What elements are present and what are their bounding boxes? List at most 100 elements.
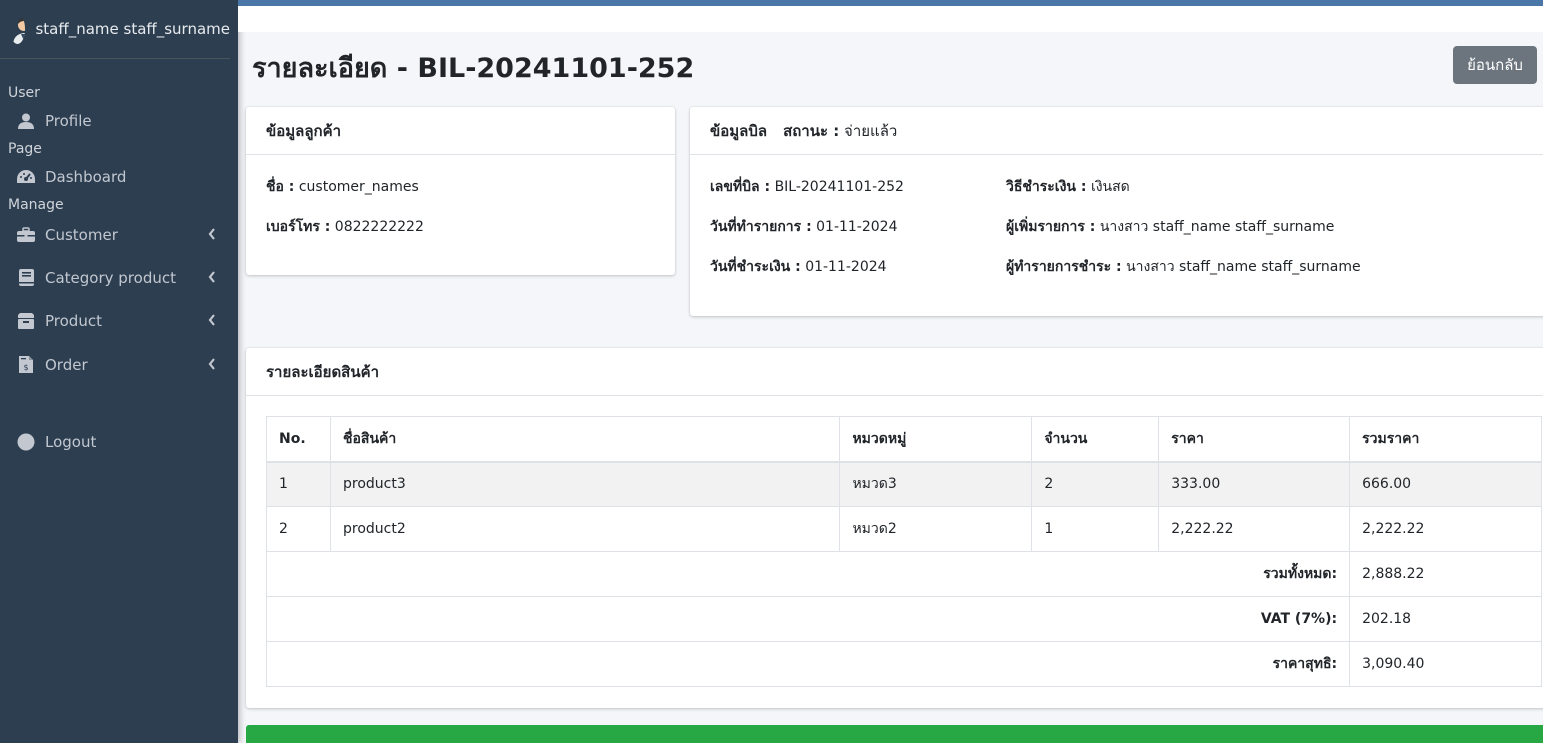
col-header-category: หมวดหมู่	[839, 416, 1033, 463]
nav-label-product: Product	[45, 312, 102, 330]
cell-category: หมวด3	[839, 461, 1033, 507]
invoice-dollar-icon: $	[16, 356, 36, 374]
nav-item-logout[interactable]: Logout	[0, 422, 238, 462]
chevron-left-icon	[208, 226, 216, 244]
nav-item-order[interactable]: $ Order	[0, 343, 238, 386]
customer-name-label: ชื่อ :	[266, 179, 295, 195]
nav-header-page: Page	[8, 141, 42, 157]
cell-total: 2,222.22	[1349, 506, 1542, 552]
txn-date-value: 01-11-2024	[816, 219, 898, 235]
paid-by-row: ผู้ทำรายการชำระ : นางสาว staff_name staf…	[1006, 247, 1361, 287]
table-row: 1 product3 หมวด3 2 333.00 666.00	[266, 461, 1542, 507]
nav-item-product[interactable]: Product	[0, 299, 238, 343]
product-details-header: รายละเอียดสินค้า	[246, 348, 1543, 396]
cell-price: 333.00	[1158, 461, 1351, 507]
cell-product-name: product2	[329, 506, 841, 552]
bill-status-value: จ่ายแล้ว	[844, 121, 898, 140]
customer-phone-label: เบอร์โทร :	[266, 219, 331, 235]
customer-phone-value: 0822222222	[334, 219, 424, 235]
cell-category: หมวด2	[839, 506, 1033, 552]
chevron-left-icon	[208, 356, 216, 374]
nav-item-profile[interactable]: Profile	[0, 101, 238, 141]
product-table: No. ชื่อสินค้า หมวดหมู่ จำนวน ราคา รวมรา…	[265, 416, 1542, 687]
added-by-row: ผู้เพิ่มรายการ : นางสาว staff_name staff…	[1006, 207, 1361, 247]
bill-no-label: เลขที่บิล :	[710, 179, 771, 195]
nav-header-manage: Manage	[8, 197, 64, 213]
nav-header-user: User	[8, 85, 40, 101]
pay-date-row: วันที่ชำระเงิน : 01-11-2024	[710, 247, 1006, 287]
main-content: รายละเอียด - BIL-20241101-252 ย้อนกลับ ข…	[238, 32, 1543, 743]
user-icon	[16, 112, 36, 130]
pay-method-value: เงินสด	[1090, 179, 1130, 195]
customer-card-header: ข้อมูลลูกค้า	[246, 107, 675, 155]
col-header-no: No.	[266, 416, 331, 463]
col-header-quantity: จำนวน	[1031, 416, 1160, 463]
top-navbar	[238, 0, 1543, 32]
briefcase-icon	[16, 226, 36, 244]
table-header-row: No. ชื่อสินค้า หมวดหมู่ จำนวน ราคา รวมรา…	[266, 416, 1542, 463]
chevron-left-icon	[208, 312, 216, 330]
chevron-left-icon	[208, 269, 216, 287]
subtotal-row: รวมทั้งหมด: 2,888.22	[265, 551, 1542, 597]
box-icon	[16, 312, 36, 330]
nav-label-customer: Customer	[45, 225, 118, 244]
sidebar: staff_name staff_surname User Profile Pa…	[0, 0, 238, 743]
paid-by-value: นางสาว staff_name staff_surname	[1126, 259, 1361, 275]
page-title: รายละเอียด - BIL-20241101-252	[252, 46, 694, 89]
nav-label-profile: Profile	[45, 112, 92, 130]
dashboard-gauge-icon	[16, 168, 36, 186]
payment-card-header-bar	[246, 725, 1543, 743]
cell-total: 666.00	[1349, 461, 1542, 507]
svg-text:$: $	[23, 363, 28, 372]
bill-card-header: ข้อมูลบิล สถานะ : จ่ายแล้ว	[690, 107, 1543, 155]
customer-name-value: customer_names	[298, 179, 419, 195]
col-header-product-name: ชื่อสินค้า	[329, 416, 841, 463]
subtotal-value: 2,888.22	[1349, 551, 1542, 597]
cell-price: 2,222.22	[1158, 506, 1351, 552]
table-row: 2 product2 หมวด2 1 2,222.22 2,222.22	[266, 506, 1542, 552]
page-title-main: รายละเอียด	[252, 53, 388, 84]
nav-label-logout: Logout	[45, 433, 97, 451]
user-name: staff_name staff_surname	[35, 20, 230, 38]
vat-row: VAT (7%): 202.18	[265, 596, 1542, 642]
pay-method-row: วิธีชำระเงิน : เงินสด	[1006, 167, 1361, 207]
nav-label-category-product: Category product	[45, 268, 176, 287]
vat-label: VAT (7%):	[265, 596, 1351, 642]
added-by-label: ผู้เพิ่มรายการ :	[1006, 219, 1096, 235]
txn-date-label: วันที่ทำรายการ :	[710, 219, 812, 235]
vat-value: 202.18	[1349, 596, 1542, 642]
cell-product-name: product3	[329, 461, 841, 507]
back-button[interactable]: ย้อนกลับ	[1453, 46, 1537, 84]
cell-no: 2	[266, 506, 331, 552]
customer-phone-row: เบอร์โทร : 0822222222	[266, 207, 655, 247]
user-panel[interactable]: staff_name staff_surname	[0, 0, 230, 59]
pay-date-value: 01-11-2024	[805, 259, 887, 275]
bill-no-value: BIL-20241101-252	[774, 179, 904, 195]
added-by-value: นางสาว staff_name staff_surname	[1099, 219, 1335, 235]
pay-date-label: วันที่ชำระเงิน :	[710, 259, 801, 275]
paid-by-label: ผู้ทำรายการชำระ :	[1006, 259, 1122, 275]
bill-no-row: เลขที่บิล : BIL-20241101-252	[710, 167, 1006, 207]
cell-quantity: 1	[1031, 506, 1160, 552]
circle-icon	[16, 433, 36, 451]
bill-info-card: ข้อมูลบิล สถานะ : จ่ายแล้ว เลขที่บิล : B…	[690, 107, 1543, 316]
nav-item-customer[interactable]: Customer	[0, 213, 238, 256]
customer-info-card: ข้อมูลลูกค้า ชื่อ : customer_names เบอร์…	[246, 107, 675, 275]
net-total-row: ราคาสุทธิ: 3,090.40	[265, 641, 1542, 687]
net-total-value: 3,090.40	[1349, 641, 1542, 687]
nav-label-order: Order	[45, 355, 88, 374]
net-total-label: ราคาสุทธิ:	[265, 641, 1351, 687]
nav-label-dashboard: Dashboard	[45, 168, 127, 186]
product-details-card: รายละเอียดสินค้า No. ชื่อสินค้า หมวดหมู่…	[246, 348, 1543, 708]
cell-quantity: 2	[1031, 461, 1160, 507]
nav-item-dashboard[interactable]: Dashboard	[0, 157, 238, 197]
col-header-price: ราคา	[1158, 416, 1351, 463]
customer-name-row: ชื่อ : customer_names	[266, 167, 655, 207]
col-header-total: รวมราคา	[1349, 416, 1542, 463]
cell-no: 1	[266, 461, 331, 507]
bill-status-label: สถานะ :	[783, 121, 840, 140]
book-icon	[16, 269, 36, 287]
nav-item-category-product[interactable]: Category product	[0, 256, 238, 299]
page-title-bill-code: BIL-20241101-252	[417, 53, 695, 84]
txn-date-row: วันที่ทำรายการ : 01-11-2024	[710, 207, 1006, 247]
